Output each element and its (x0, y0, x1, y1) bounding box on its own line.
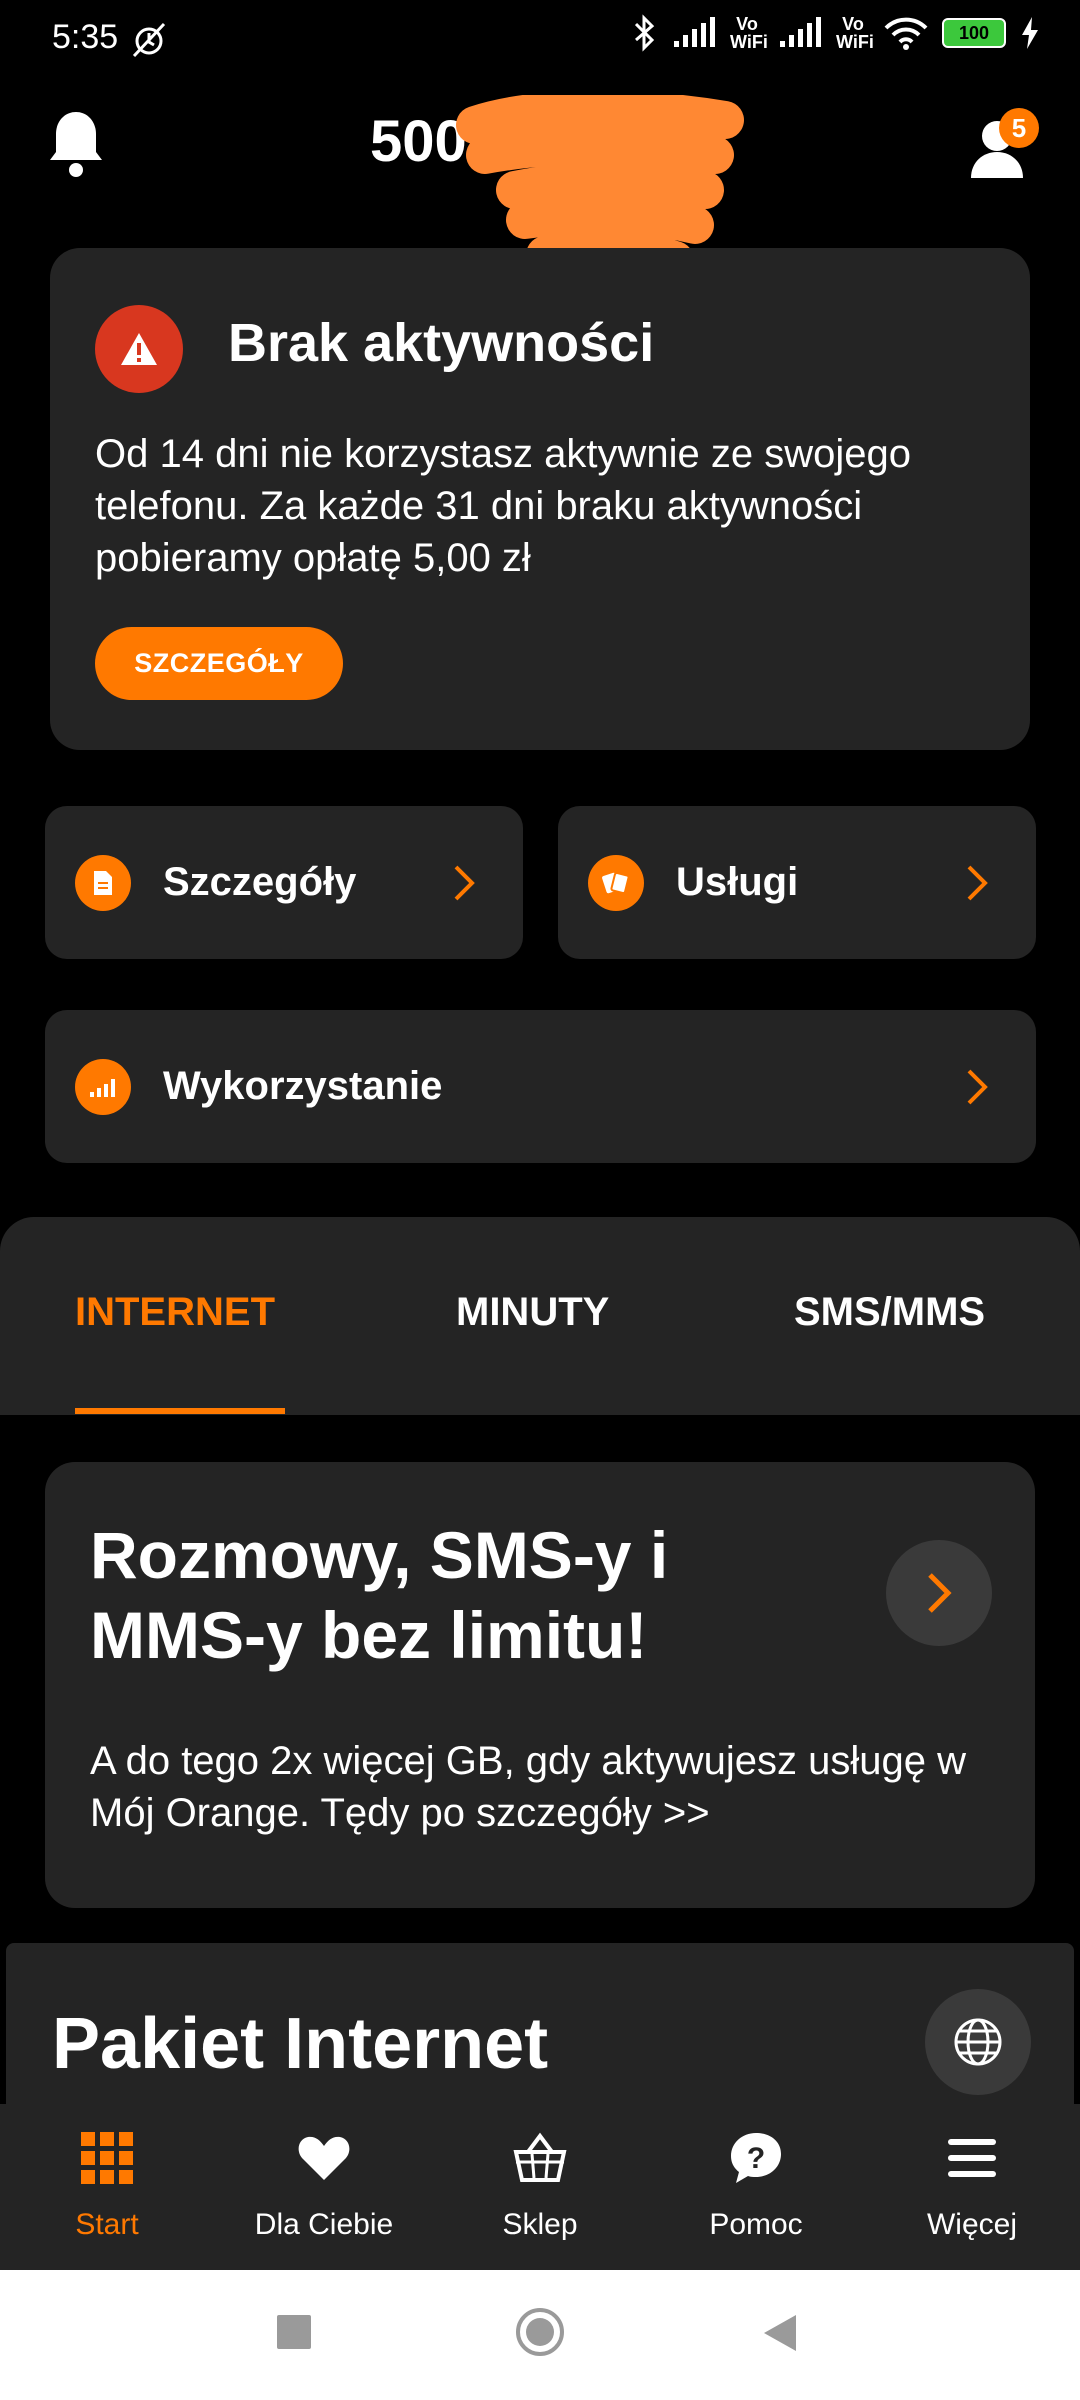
battery-indicator: 100 (942, 18, 1006, 48)
wifi-icon (884, 17, 928, 50)
signal-icon (674, 17, 715, 47)
alert-details-button[interactable]: SZCZEGÓŁY (95, 627, 343, 700)
tile-wykorzystanie[interactable]: Wykorzystanie (45, 1010, 1036, 1163)
promo-open-button[interactable] (886, 1540, 992, 1646)
roaming-globe-button[interactable] (925, 1989, 1031, 2095)
nav-label: Sklep (502, 2208, 578, 2241)
nav-start[interactable]: Start (12, 2130, 202, 2242)
profile-avatar[interactable]: 5 (965, 108, 1039, 182)
nav-dla-ciebie[interactable]: Dla Ciebie (229, 2130, 419, 2242)
nav-label: Dla Ciebie (254, 2208, 394, 2241)
back-button[interactable] (762, 2313, 798, 2358)
tile-label: Usługi (676, 860, 799, 904)
warning-icon (95, 305, 183, 393)
status-time: 5:35 (52, 18, 119, 56)
tile-szczegoly[interactable]: Szczegóły (45, 806, 523, 959)
circle-icon (516, 2308, 564, 2356)
tile-uslugi[interactable]: Usługi (558, 806, 1036, 959)
vowifi-label: Vo WiFi (730, 14, 768, 52)
globe-icon (954, 2018, 1002, 2066)
chevron-right-icon (454, 865, 475, 900)
recents-button[interactable] (277, 2315, 311, 2354)
square-icon (277, 2315, 311, 2349)
signal-bars-icon (75, 1058, 131, 1115)
menu-icon (948, 2139, 996, 2177)
svg-text:?: ? (747, 2142, 765, 2175)
nav-wiecej[interactable]: Więcej (877, 2130, 1067, 2242)
tab-sms-mms[interactable]: SMS/MMS (794, 1290, 985, 1335)
status-icons: Vo WiFi Vo WiFi 100 (632, 14, 1040, 52)
tab-minuty[interactable]: MINUTY (456, 1290, 609, 1335)
charging-icon (1022, 17, 1038, 49)
mute-alarm-icon (128, 20, 170, 65)
nav-label: Pomoc (709, 2208, 803, 2241)
basket-icon (513, 2132, 567, 2182)
document-icon (75, 854, 131, 911)
nav-sklep[interactable]: Sklep (445, 2130, 635, 2242)
promo-title: Rozmowy, SMS-y i MMS-y bez limitu! (90, 1518, 669, 1672)
alert-body: Od 14 dni nie korzystasz aktywnie ze swo… (95, 432, 911, 580)
services-icon (588, 854, 644, 911)
promo-body: A do tego 2x więcej GB, gdy aktywujesz u… (90, 1739, 967, 1835)
help-bubble-icon: ? (731, 2133, 781, 2183)
heart-icon (298, 2136, 350, 2180)
vowifi-label: Vo WiFi (836, 14, 874, 52)
home-button[interactable] (514, 2306, 566, 2363)
tab-internet[interactable]: INTERNET (75, 1290, 275, 1335)
signal-icon (780, 17, 821, 47)
chevron-right-icon (967, 1069, 988, 1104)
notifications-bell-icon[interactable] (46, 108, 106, 180)
notification-count-badge: 5 (999, 108, 1039, 148)
triangle-back-icon (764, 2315, 796, 2351)
chevron-right-icon (967, 865, 988, 900)
nav-label: Więcej (926, 2208, 1017, 2241)
bluetooth-icon (634, 14, 655, 52)
chevron-right-icon (928, 1573, 952, 1613)
grid-icon (81, 2132, 133, 2184)
active-tab-indicator (75, 1408, 285, 1414)
nav-pomoc[interactable]: ? Pomoc (661, 2130, 851, 2242)
nav-label: Start (75, 2208, 139, 2241)
tile-label: Wykorzystanie (163, 1064, 443, 1108)
tile-label: Szczegóły (163, 860, 357, 904)
package-title: Pakiet Internet (52, 2004, 549, 2084)
alert-title: Brak aktywności (228, 313, 655, 373)
